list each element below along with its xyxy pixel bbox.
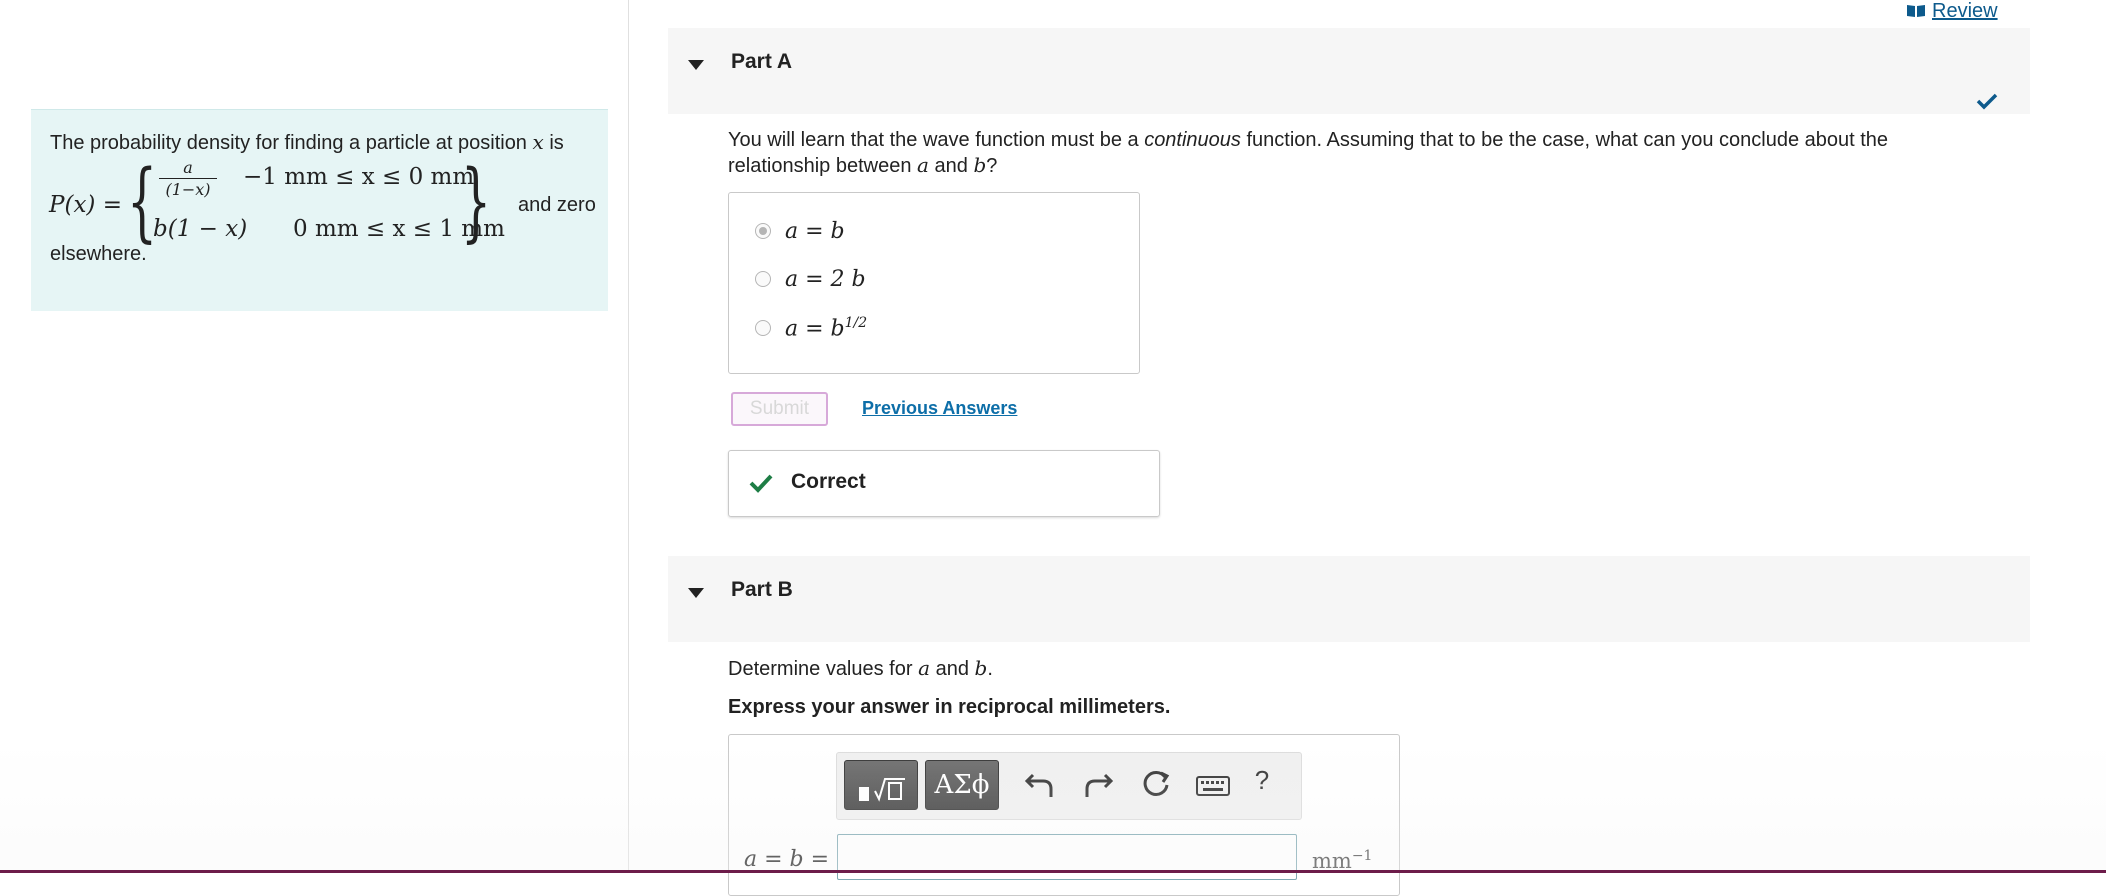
part-b-header[interactable]: Part B: [668, 556, 2030, 642]
formula-denominator: (1−x): [165, 180, 211, 199]
choice-label: a = 2 b: [785, 266, 866, 292]
formula-right-brace: }: [461, 152, 492, 252]
caret-down-icon[interactable]: [688, 588, 704, 598]
question-var-a: a: [917, 153, 929, 177]
review-label: Review: [1932, 0, 1998, 22]
problem-intro-is: is: [549, 132, 564, 154]
symbols-button[interactable]: ΑΣϕ: [925, 760, 999, 810]
math-toolbar: ΑΣϕ ?: [836, 752, 1302, 820]
choice-label: a = b: [785, 218, 845, 244]
help-button[interactable]: ?: [1250, 765, 1274, 799]
caret-down-icon[interactable]: [688, 60, 704, 70]
question-end: .: [987, 658, 993, 680]
checkmark-icon: [749, 474, 773, 493]
radio-button[interactable]: [755, 271, 771, 287]
choice-a-equals-sqrt-b[interactable]: a = b1/2: [755, 313, 867, 343]
problem-pane: The probability density for finding a pa…: [0, 0, 629, 873]
feedback-label: Correct: [791, 470, 866, 493]
formula-row1-condition: −1 mm ≤ x ≤ 0 mm: [243, 164, 475, 190]
part-a-title: Part A: [731, 50, 793, 73]
question-var-b: b: [974, 656, 988, 680]
problem-statement: The probability density for finding a pa…: [31, 109, 608, 311]
checkmark-icon: [1976, 93, 1998, 110]
part-b-instruction: Express your answer in reciprocal millim…: [728, 696, 1171, 718]
submit-button[interactable]: Submit: [731, 392, 828, 426]
piecewise-formula: P(x) = { a (1−x) −1 mm ≤ x ≤ 0 mm b(1 − …: [49, 152, 609, 252]
undo-icon[interactable]: [1023, 767, 1057, 801]
answer-input[interactable]: [837, 834, 1297, 880]
choice-label-exponent: 1/2: [844, 314, 868, 331]
question-text-pre: Determine values for: [728, 658, 913, 680]
question-emphasis: continuous: [1144, 129, 1241, 151]
templates-icon: [859, 778, 905, 802]
answer-label: a = b =: [744, 847, 830, 872]
formula-lhs: P(x) =: [49, 192, 122, 218]
unit-exponent: −1: [1351, 848, 1373, 864]
redo-icon[interactable]: [1081, 767, 1115, 801]
formula-tail-text: and zero: [518, 194, 596, 216]
previous-answers-link[interactable]: Previous Answers: [862, 398, 1017, 419]
formula-row2-function: b(1 − x): [153, 216, 248, 242]
question-var-a: a: [918, 656, 931, 680]
choice-a-equals-b[interactable]: a = b: [755, 216, 845, 246]
feedback-correct: Correct: [728, 450, 1160, 517]
keyboard-icon[interactable]: [1193, 767, 1233, 801]
problem-outro: elsewhere.: [50, 243, 147, 265]
reset-icon[interactable]: [1139, 767, 1173, 801]
part-a-header[interactable]: Part A: [668, 28, 2030, 114]
part-a-question: You will learn that the wave function mu…: [728, 128, 1978, 179]
problem-intro-var: x: [532, 130, 544, 154]
radio-button[interactable]: [755, 320, 771, 336]
part-b-question: Determine values for a and b.: [728, 656, 993, 681]
part-b-title: Part B: [731, 578, 793, 601]
review-link[interactable]: Review: [1906, 0, 1998, 23]
question-var-b: b: [973, 153, 987, 177]
formula-fraction: a (1−x): [159, 158, 217, 199]
formula-numerator: a: [159, 158, 217, 179]
templates-button[interactable]: [844, 760, 918, 810]
question-end: ?: [986, 155, 998, 177]
question-and: and: [935, 658, 969, 680]
book-icon: [1907, 5, 1925, 17]
radio-button[interactable]: [755, 223, 771, 239]
choice-label-base: a = b: [785, 316, 845, 342]
choice-a-equals-2b[interactable]: a = 2 b: [755, 264, 866, 294]
question-text-pre: You will learn that the wave function mu…: [728, 129, 1139, 151]
problem-intro-text: The probability density for finding a pa…: [50, 132, 527, 154]
choice-label: a = b1/2: [785, 315, 867, 341]
question-and: and: [934, 155, 968, 177]
